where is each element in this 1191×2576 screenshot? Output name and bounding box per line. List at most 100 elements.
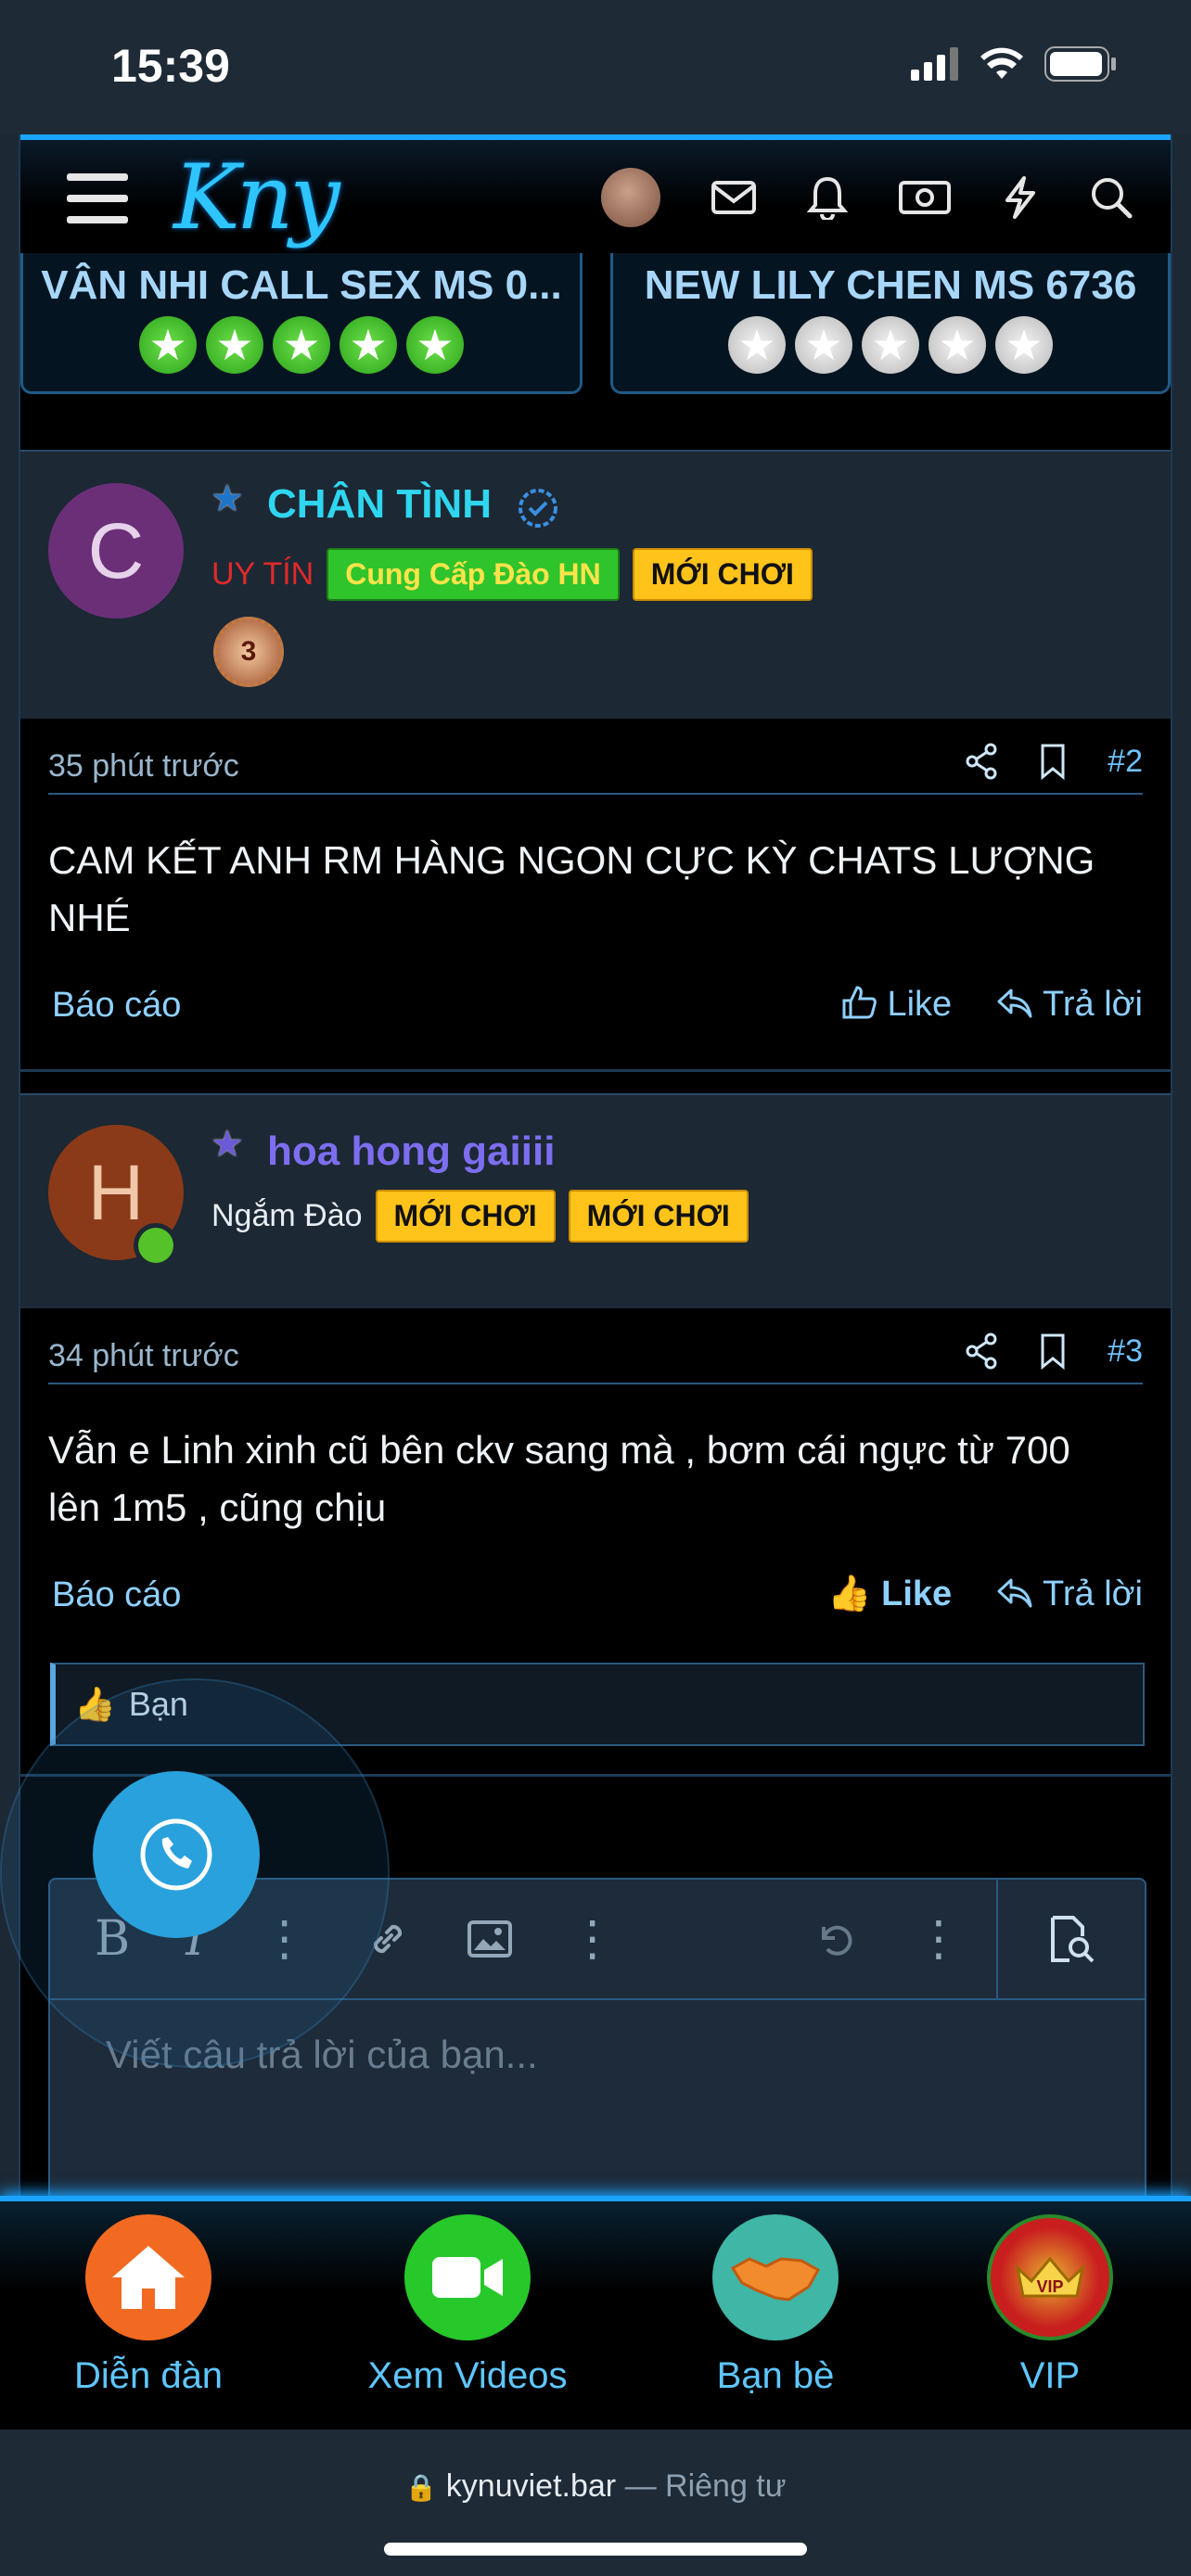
nav-item-forum[interactable]: Diễn đàn xyxy=(28,2214,269,2397)
lock-icon: 🔒 xyxy=(404,2473,438,2502)
post-body: CAM KẾT ANH RM HÀNG NGON CỰC KỲ CHATS LƯ… xyxy=(48,838,1095,939)
report-link[interactable]: Báo cáo xyxy=(52,1575,181,1615)
post-meta-actions: #2 xyxy=(965,743,1143,780)
more-icon[interactable]: ⋮ xyxy=(915,1911,963,1967)
user-tags: UY TÍN Cung Cấp Đào HN MỚI CHƠI xyxy=(211,548,813,601)
avatar[interactable]: C xyxy=(48,483,184,618)
like-button[interactable]: Like xyxy=(840,984,952,1025)
wifi-icon xyxy=(980,47,1023,79)
reply-icon xyxy=(997,1578,1032,1607)
home-icon xyxy=(85,2214,211,2340)
thumbs-up-icon: 👍 xyxy=(827,1575,872,1613)
post-meta: 34 phút trước #3 xyxy=(48,1323,1143,1384)
nav-label: Bạn bè xyxy=(716,2355,835,2396)
star-icon: ★ xyxy=(728,316,786,374)
nav-item-friends[interactable]: Bạn bè xyxy=(655,2214,896,2397)
svg-text:VIP: VIP xyxy=(1036,2277,1063,2296)
nav-label: Xem Videos xyxy=(367,2355,568,2396)
post-meta-actions: #3 xyxy=(965,1333,1143,1370)
user-tag: MỚI CHƠI xyxy=(375,1190,556,1243)
reply-icon xyxy=(997,988,1032,1017)
user-role: Ngắm Đào xyxy=(211,1198,363,1233)
undo-icon[interactable] xyxy=(813,1916,859,1962)
post-divider xyxy=(20,1069,1171,1072)
report-link[interactable]: Báo cáo xyxy=(52,986,181,1026)
card-title: NEW LILY CHEN MS 6736 xyxy=(644,262,1137,308)
home-indicator[interactable] xyxy=(384,2543,807,2556)
signal-icon xyxy=(911,47,958,81)
nav-label: VIP xyxy=(1019,2355,1081,2396)
nav-label: Diễn đàn xyxy=(73,2355,224,2396)
status-bar: 15:39 xyxy=(0,0,1191,134)
star-icon: ★ xyxy=(406,316,464,374)
post-number[interactable]: #2 xyxy=(1108,744,1143,780)
browser-viewport: Kny VÂN NHI CALL SEX MS 0... ★ ★ ★ ★ ★ N… xyxy=(19,134,1172,2432)
star-icon: ★ xyxy=(995,316,1053,374)
bookmark-icon[interactable] xyxy=(1039,743,1067,780)
url-privacy: — Riêng tư xyxy=(624,2468,787,2504)
preview-button[interactable] xyxy=(996,1880,1145,2000)
post-action-group: Like Trả lời xyxy=(840,984,1143,1025)
battery-icon xyxy=(1044,46,1116,82)
user-avatar[interactable] xyxy=(601,168,660,227)
online-status-icon xyxy=(134,1223,178,1268)
nav-item-vip[interactable]: VIP VIP xyxy=(929,2214,1171,2397)
post-action-group: 👍 Like Trả lời xyxy=(827,1574,1143,1614)
menu-icon[interactable] xyxy=(67,173,128,223)
like-button[interactable]: 👍 Like xyxy=(827,1574,952,1614)
thumbs-up-icon xyxy=(842,986,877,1019)
reply-button[interactable]: Trả lời xyxy=(996,1575,1143,1614)
phone-icon[interactable] xyxy=(93,1771,260,1938)
post-body: Vẫn e Linh xinh cũ bên ckv sang mà , bơm… xyxy=(48,1428,1070,1529)
username[interactable]: hoa hong gaiiii xyxy=(267,1129,555,1175)
featured-card[interactable]: NEW LILY CHEN MS 6736 ★ ★ ★ ★ ★ xyxy=(610,253,1171,394)
top-navigation: Kny xyxy=(20,134,1171,253)
user-tag: Cung Cấp Đào HN xyxy=(327,548,620,601)
share-icon[interactable] xyxy=(965,1333,998,1370)
post-actions: Báo cáo 👍 Like Trả lời xyxy=(52,1566,1143,1622)
star-rating: ★ ★ ★ ★ ★ xyxy=(613,316,1168,374)
share-icon[interactable] xyxy=(965,743,998,780)
star-rating: ★ ★ ★ ★ ★ xyxy=(23,316,580,374)
nav-item-videos[interactable]: Xem Videos xyxy=(347,2214,588,2397)
preview-icon xyxy=(1051,1916,1095,1963)
bookmark-icon[interactable] xyxy=(1039,1333,1067,1370)
browser-url-bar: 🔒 kynuviet.bar — Riêng tư xyxy=(0,2429,1191,2576)
money-icon[interactable] xyxy=(898,179,952,216)
search-icon[interactable] xyxy=(1089,175,1133,220)
star-icon: ★ xyxy=(862,316,919,374)
image-icon[interactable] xyxy=(467,1919,513,1959)
site-logo[interactable]: Kny xyxy=(173,146,340,249)
post-time[interactable]: 34 phút trước xyxy=(48,1338,239,1374)
user-role: UY TÍN xyxy=(211,556,314,592)
star-icon: ★ xyxy=(139,316,197,374)
status-time: 15:39 xyxy=(111,40,230,92)
post-time[interactable]: 35 phút trước xyxy=(48,748,239,784)
featured-card[interactable]: VÂN NHI CALL SEX MS 0... ★ ★ ★ ★ ★ xyxy=(20,253,583,394)
star-icon: ★ xyxy=(928,316,986,374)
username[interactable]: CHÂN TÌNH xyxy=(267,481,492,528)
medal-icon: 3 xyxy=(213,617,284,687)
bottom-navigation: Diễn đàn Xem Videos Bạn bè VIP VIP xyxy=(0,2196,1191,2429)
bell-icon[interactable] xyxy=(807,175,848,220)
reply-button[interactable]: Trả lời xyxy=(996,985,1143,1025)
post-actions: Báo cáo Like Trả lời xyxy=(52,976,1143,1032)
star-icon: ★ xyxy=(339,316,397,374)
status-icons xyxy=(911,46,1117,82)
star-icon: ★ xyxy=(273,316,330,374)
mail-icon[interactable] xyxy=(711,179,757,216)
card-title: VÂN NHI CALL SEX MS 0... xyxy=(41,262,562,308)
user-tag: MỚI CHƠI xyxy=(632,548,813,601)
url-display[interactable]: 🔒 kynuviet.bar — Riêng tư xyxy=(0,2468,1191,2505)
user-tag: MỚI CHƠI xyxy=(568,1190,749,1243)
star-icon: ★ xyxy=(206,316,263,374)
more-icon[interactable]: ⋮ xyxy=(569,1911,617,1967)
post-meta: 35 phút trước #2 xyxy=(48,733,1143,795)
handshake-icon xyxy=(712,2214,839,2340)
rank-star-icon: ★ xyxy=(211,478,244,519)
vip-crown-icon: VIP xyxy=(987,2214,1113,2340)
post-author-area: C ★ CHÂN TÌNH UY TÍN Cung Cấp Đào HN MỚI… xyxy=(20,450,1171,719)
url-domain: kynuviet.bar xyxy=(445,2468,617,2504)
post-number[interactable]: #3 xyxy=(1108,1333,1143,1370)
lightning-icon[interactable] xyxy=(1002,175,1039,220)
